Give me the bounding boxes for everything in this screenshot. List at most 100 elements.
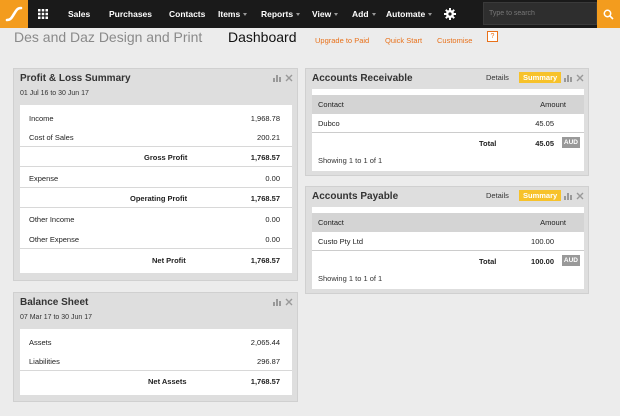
table-row: Other Expense 0.00 — [20, 230, 292, 249]
nav-sales[interactable]: Sales — [68, 0, 90, 28]
settings-button[interactable] — [443, 7, 457, 21]
table-row: Cost of Sales 200.21 — [20, 128, 292, 147]
organisation-name: Des and Daz Design and Print — [14, 29, 203, 45]
nav-purchases[interactable]: Purchases — [109, 0, 152, 28]
tab-details[interactable]: Details — [486, 191, 509, 200]
balance-sheet-panel: Balance Sheet 07 Mar 17 to 30 Jun 17 Ass… — [13, 292, 298, 402]
row-label: Net Profit — [152, 256, 186, 265]
currency-badge: AUD — [561, 255, 580, 266]
close-icon[interactable] — [285, 298, 293, 306]
nav-items[interactable]: Items — [218, 0, 248, 28]
search-button[interactable] — [597, 0, 620, 28]
nav-view-label: View — [312, 9, 332, 19]
quick-start-link[interactable]: Quick Start — [385, 36, 422, 45]
bs-body: Assets 2,065.44 Liabilities 296.87 Net Ass… — [20, 329, 292, 395]
panel-period: 07 Mar 17 to 30 Jun 17 — [20, 314, 92, 321]
gear-icon — [444, 8, 456, 20]
total-row: Total 45.05 AUD — [312, 136, 584, 152]
contact-name: Custo Pty Ltd — [318, 237, 364, 246]
nav-automate[interactable]: Automate — [386, 0, 433, 28]
nav-reports-label: Reports — [261, 9, 294, 19]
tab-summary[interactable]: Summary — [519, 190, 562, 201]
panel-period: 01 Jul 16 to 30 Jun 17 — [20, 90, 89, 97]
search-input[interactable] — [484, 3, 596, 24]
close-icon[interactable] — [576, 192, 584, 200]
page-title: Dashboard — [228, 29, 297, 45]
total-value: 45.05 — [535, 139, 554, 148]
row-value: 1,768.57 — [250, 194, 280, 203]
ap-body: Contact Amount Custo Pty Ltd 100.00 Tota… — [312, 207, 584, 289]
table-row: Liabilities 296.87 — [20, 352, 292, 371]
nav-view[interactable]: View — [312, 0, 339, 28]
nav-items-label: Items — [218, 9, 241, 19]
accounts-receivable-panel: Accounts Receivable Details Summary Cont… — [305, 68, 589, 176]
grid-icon — [38, 9, 48, 19]
upgrade-link[interactable]: Upgrade to Paid — [315, 36, 369, 45]
table-row: Other Income 0.00 — [20, 210, 292, 229]
app-grid-button[interactable] — [32, 4, 54, 24]
table-row: Expense 0.00 — [20, 169, 292, 188]
tab-summary[interactable]: Summary — [519, 72, 562, 83]
nav-reports[interactable]: Reports — [261, 0, 301, 28]
pagination-info: Showing 1 to 1 of 1 — [318, 274, 383, 283]
chart-icon[interactable] — [273, 298, 281, 306]
nav-add-label: Add — [352, 9, 369, 19]
chevron-down-icon — [243, 13, 248, 17]
row-label: Liabilities — [29, 357, 60, 366]
table-row[interactable]: Custo Pty Ltd 100.00 — [312, 232, 584, 251]
nav-purchases-label: Purchases — [109, 9, 152, 19]
logo-swoosh-icon — [5, 6, 23, 22]
chart-icon[interactable] — [564, 192, 572, 200]
nav-automate-label: Automate — [386, 9, 426, 19]
row-value: 296.87 — [257, 357, 280, 366]
nav-contacts-label: Contacts — [169, 9, 206, 19]
table-row: Operating Profit 1,768.57 — [20, 189, 292, 208]
row-label: Operating Profit — [130, 194, 188, 203]
row-value: 1,768.57 — [250, 377, 280, 386]
customise-link[interactable]: Customise — [437, 36, 472, 45]
table-row: Gross Profit 1,768.57 — [20, 148, 292, 167]
close-icon[interactable] — [285, 74, 293, 82]
row-label: Other Income — [29, 215, 75, 224]
row-label: Other Expense — [29, 235, 80, 244]
row-value: 0.00 — [265, 215, 280, 224]
currency-badge: AUD — [561, 137, 580, 148]
table-header: Contact Amount — [312, 213, 584, 232]
col-header-contact: Contact — [318, 100, 344, 109]
row-value: 1,968.78 — [250, 114, 280, 123]
nav-sales-label: Sales — [68, 9, 91, 19]
pagination-info: Showing 1 to 1 of 1 — [318, 156, 383, 165]
amount-value: 45.05 — [535, 119, 554, 128]
help-icon[interactable]: ? — [487, 31, 498, 42]
row-label: Expense — [29, 174, 59, 183]
table-row[interactable]: Dubco 45.05 — [312, 114, 584, 133]
table-row: Assets 2,065.44 — [20, 333, 292, 352]
total-label: Total — [479, 139, 497, 148]
row-label: Net Assets — [148, 377, 187, 386]
row-value: 1,768.57 — [250, 153, 280, 162]
table-row: Net Profit 1,768.57 — [20, 251, 292, 270]
row-label: Cost of Sales — [29, 133, 74, 142]
row-value: 2,065.44 — [250, 338, 280, 347]
chevron-down-icon — [371, 13, 376, 17]
total-value: 100.00 — [531, 257, 554, 266]
row-value: 0.00 — [265, 174, 280, 183]
ar-body: Contact Amount Dubco 45.05 Total 45.05 A… — [312, 89, 584, 171]
accounts-payable-panel: Accounts Payable Details Summary Contact… — [305, 186, 589, 294]
tab-details[interactable]: Details — [486, 73, 509, 82]
panel-title: Balance Sheet — [20, 297, 89, 308]
nav-contacts[interactable]: Contacts — [169, 0, 205, 28]
col-header-contact: Contact — [318, 218, 344, 227]
row-label: Gross Profit — [144, 153, 188, 162]
nav-add[interactable]: Add — [352, 0, 376, 28]
app-logo[interactable] — [0, 0, 28, 28]
search-field[interactable] — [483, 2, 597, 25]
row-value: 1,768.57 — [250, 256, 280, 265]
chevron-down-icon — [296, 13, 301, 17]
panel-title: Accounts Payable — [312, 191, 399, 202]
chevron-down-icon — [428, 13, 433, 17]
chart-icon[interactable] — [564, 74, 572, 82]
panel-title: Accounts Receivable — [312, 73, 413, 84]
chart-icon[interactable] — [273, 74, 281, 82]
close-icon[interactable] — [576, 74, 584, 82]
